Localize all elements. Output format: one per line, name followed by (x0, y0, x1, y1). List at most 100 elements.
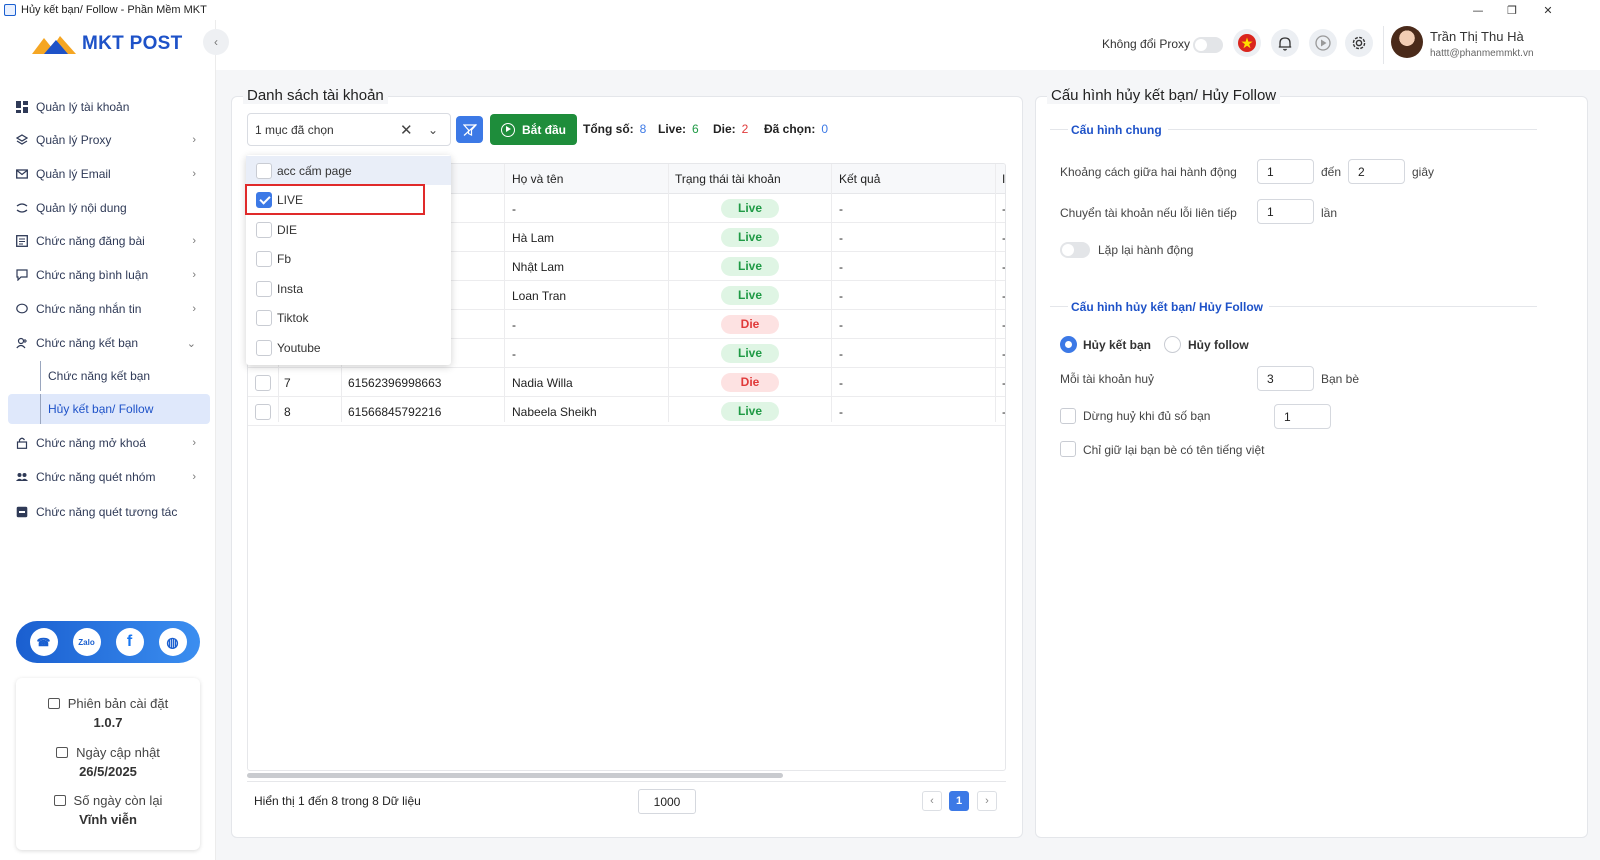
user-name: Trần Thị Thu Hà (1430, 29, 1524, 44)
option-checkbox[interactable] (256, 339, 272, 356)
collapse-sidebar-button[interactable]: ‹ (203, 29, 229, 55)
settings-button[interactable] (1345, 29, 1373, 57)
social-bar: ☎ Zalo f ◍ (16, 621, 200, 663)
unfollow-radio[interactable] (1164, 336, 1181, 353)
start-button[interactable]: Bắt đầu (490, 114, 577, 145)
column-header-result[interactable]: Kết quả (839, 164, 880, 194)
column-header-status[interactable]: Trạng thái tài khoản (675, 164, 781, 194)
sidebar-item-unlock[interactable]: Chức năng mở khoá › (8, 428, 208, 458)
sidebar-item-email[interactable]: Quản lý Email › (8, 159, 208, 189)
repeat-toggle[interactable] (1060, 242, 1090, 258)
sidebar-item-message[interactable]: Chức năng nhắn tin › (8, 294, 208, 324)
status-filter-select[interactable]: 1 mục đã chọn ✕ ⌄ (247, 113, 451, 146)
proxy-toggle[interactable] (1193, 37, 1223, 53)
table-row[interactable]: 8 61566845792216 Nabeela Sheikh Live - - (248, 397, 1005, 426)
repeat-label: Lặp lại hành động (1098, 243, 1194, 257)
dropdown-option[interactable]: Fb (246, 245, 451, 274)
row-select-cell[interactable] (255, 397, 271, 426)
clear-icon[interactable]: ✕ (400, 121, 413, 139)
prev-page-button[interactable]: ‹ (922, 791, 942, 811)
selected-stat: Đã chọn: 0 (764, 122, 828, 136)
option-label: Tiktok (277, 311, 309, 325)
sidebar-item-scan-interaction[interactable]: Chức năng quét tương tác (8, 497, 208, 527)
sidebar-item-label: Quản lý nội dung (36, 201, 127, 215)
next-page-button[interactable]: › (977, 791, 997, 811)
keep-vietnamese-checkbox[interactable] (1060, 441, 1076, 457)
brand-name: MKT POST (82, 33, 183, 54)
horizontal-scrollbar[interactable] (247, 773, 783, 778)
selected-value: 0 (821, 122, 829, 136)
sidebar-item-comment[interactable]: Chức năng bình luận › (8, 260, 208, 290)
row-select-cell[interactable] (255, 368, 271, 397)
die-stat: Die: 2 (713, 122, 748, 136)
notification-button[interactable] (1271, 29, 1299, 57)
filter-button[interactable] (456, 116, 483, 143)
row-checkbox[interactable] (255, 374, 271, 391)
unfriend-radio[interactable] (1060, 336, 1077, 353)
stop-when-enough-input[interactable]: 1 (1274, 404, 1331, 429)
column-divider (504, 164, 505, 422)
close-window-icon[interactable]: ✕ (1530, 0, 1566, 20)
globe-icon[interactable]: ◍ (158, 628, 187, 656)
language-button[interactable] (1233, 29, 1261, 57)
dropdown-option[interactable]: Tiktok (246, 304, 451, 333)
minimize-icon[interactable]: — (1460, 0, 1496, 20)
table-row[interactable]: 7 61562396998663 Nadia Willa Die - - (248, 368, 1005, 397)
row-result: - (839, 230, 843, 245)
option-checkbox[interactable] (256, 162, 272, 179)
row-status-cell: Live (721, 281, 779, 310)
page-size-input[interactable]: 1000 (638, 789, 696, 814)
version-icon (47, 698, 60, 709)
option-checkbox[interactable] (256, 251, 272, 267)
row-status-cell: Live (721, 339, 779, 368)
dropdown-option[interactable]: acc cấm page (246, 156, 451, 185)
row-result: - (839, 201, 843, 216)
sidebar-item-accounts[interactable]: Quản lý tài khoản (8, 92, 208, 122)
vietnam-flag-icon (1238, 34, 1256, 52)
row-checkbox[interactable] (255, 403, 271, 420)
update-value: 26/5/2025 (79, 764, 137, 779)
stop-when-enough-label: Dừng huỷ khi đủ số bạn (1083, 409, 1211, 423)
dropdown-option[interactable]: Youtube (246, 333, 451, 362)
chevron-right-icon: › (192, 303, 196, 315)
top-bar: Không đổi Proxy Trần Thị Thu Hà hattt@ph… (216, 20, 1600, 70)
sidebar-item-content[interactable]: Quản lý nội dung (8, 193, 208, 223)
sidebar-item-posting[interactable]: Chức năng đăng bài › (8, 226, 208, 256)
facebook-icon[interactable]: f (115, 628, 144, 656)
switch-account-input[interactable]: 1 (1257, 199, 1314, 224)
row-status-cell: Live (721, 397, 779, 426)
sidebar-item-label: Hủy kết bạn/ Follow (48, 402, 154, 416)
chevron-right-icon: › (192, 437, 196, 449)
zalo-icon[interactable]: Zalo (72, 628, 101, 656)
row-extra: - (1002, 288, 1006, 303)
row-result: - (839, 288, 843, 303)
stop-when-enough-checkbox[interactable] (1060, 408, 1076, 424)
chevron-down-icon[interactable]: ⌄ (428, 123, 438, 137)
avatar[interactable] (1391, 26, 1423, 58)
column-header-extra[interactable]: I (1002, 164, 1005, 194)
sidebar-item-scan-group[interactable]: Chức năng quét nhóm › (8, 462, 208, 492)
interval-from-input[interactable]: 1 (1257, 159, 1314, 184)
sidebar-item-proxy[interactable]: Quản lý Proxy › (8, 125, 208, 155)
chevron-right-icon: › (192, 235, 196, 247)
dropdown-option[interactable]: Insta (246, 274, 451, 303)
row-status-cell: Live (721, 223, 779, 252)
sidebar-item-friend[interactable]: Chức năng kết bạn ⌄ (8, 328, 208, 358)
support-icon[interactable]: ☎ (29, 628, 58, 656)
per-account-input[interactable]: 3 (1257, 366, 1314, 391)
filter-value: 1 mục đã chọn (255, 122, 334, 137)
page-button-current[interactable]: 1 (949, 791, 969, 811)
column-header-name[interactable]: Họ và tên (512, 164, 563, 194)
option-checkbox[interactable] (256, 310, 272, 326)
option-label: acc cấm page (277, 163, 352, 178)
days-label: Số ngày còn lại (73, 793, 163, 808)
status-badge: Live (721, 344, 779, 363)
option-checkbox[interactable] (256, 221, 272, 238)
option-checkbox[interactable] (256, 280, 272, 297)
restore-icon[interactable]: ❐ (1494, 0, 1530, 20)
sidebar-subitem-unfriend[interactable]: Hủy kết bạn/ Follow (8, 394, 210, 424)
interval-to-input[interactable]: 2 (1348, 159, 1405, 184)
sidebar-subitem-add-friend[interactable]: Chức năng kết bạn (8, 361, 210, 391)
play-button[interactable] (1309, 29, 1337, 57)
dropdown-option[interactable]: DIE (246, 215, 451, 244)
